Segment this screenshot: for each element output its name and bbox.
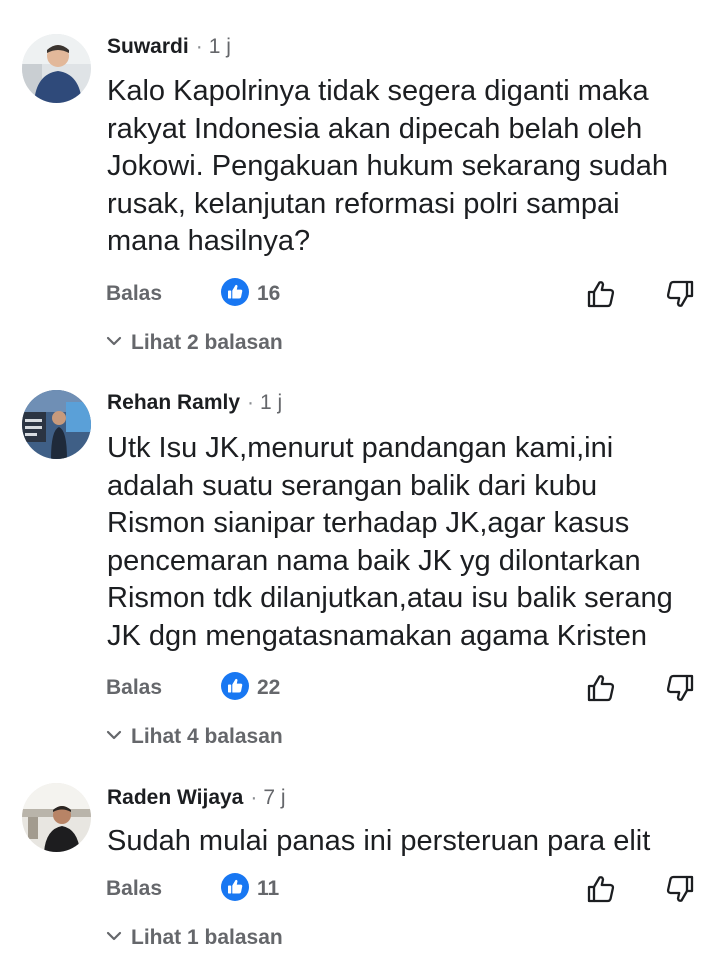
thumbs-up-badge-icon xyxy=(221,277,249,311)
thumbs-up-badge-icon xyxy=(221,872,249,906)
like-summary[interactable]: 11 xyxy=(221,872,280,906)
comment-time[interactable]: 1 j xyxy=(209,35,231,59)
dislike-button[interactable] xyxy=(665,873,695,905)
comment-actions: Balas 11 xyxy=(0,872,720,906)
separator-dot: · xyxy=(195,35,203,58)
thumbs-down-outline-icon xyxy=(665,280,695,314)
separator-dot: · xyxy=(247,391,255,414)
comment-text-line: adalah suatu serangan balik dari kubu xyxy=(107,469,598,502)
comment-text-line: Kalo Kapolrinya tidak segera diganti mak… xyxy=(107,75,649,107)
comment-text-line: JK dgn mengatasnamakan agama Kristen xyxy=(107,619,648,652)
view-replies-button[interactable]: Lihat 4 balasan xyxy=(106,722,283,752)
comment-text-line: pencemaran nama baik JK yg dilontarkan xyxy=(107,544,641,577)
comment-item: Rehan Ramly · 1 j Utk Isu JK,menurut pan… xyxy=(0,388,720,756)
view-replies-label: Lihat 2 balasan xyxy=(131,331,283,354)
comment-text-line: Rismon tdk dilanjutkan,atau isu balik se… xyxy=(107,582,673,614)
comment-header: Raden Wijaya · 7 j xyxy=(107,783,286,813)
comment-text: Sudah mulai panas ini persteruan para el… xyxy=(107,823,707,861)
reply-button[interactable]: Balas xyxy=(106,672,162,704)
view-replies-label: Lihat 4 balasan xyxy=(131,725,283,748)
thumbs-down-outline-icon xyxy=(665,875,695,909)
view-replies-button[interactable]: Lihat 2 balasan xyxy=(106,328,283,358)
comment-text: Kalo Kapolrinya tidak segera diganti mak… xyxy=(107,73,707,261)
thumbs-up-badge-icon xyxy=(221,671,249,705)
chevron-down-icon xyxy=(106,728,122,746)
comment-actions: Balas 22 xyxy=(0,671,720,705)
reply-button[interactable]: Balas xyxy=(106,873,162,905)
thumbs-up-outline-icon xyxy=(586,876,616,909)
thumbs-up-outline-icon xyxy=(586,675,616,708)
comment-item: Raden Wijaya · 7 j Sudah mulai panas ini… xyxy=(0,783,720,959)
like-summary[interactable]: 22 xyxy=(221,671,281,705)
comment-actions: Balas 16 xyxy=(0,277,720,311)
comment-text-line: Sudah mulai panas ini persteruan para el… xyxy=(107,825,651,857)
avatar[interactable] xyxy=(22,34,91,103)
comment-header: Rehan Ramly · 1 j xyxy=(107,388,282,418)
chevron-down-icon xyxy=(106,334,122,352)
comment-text-line: rakyat Indonesia akan dipecah belah oleh xyxy=(107,112,643,145)
author-name[interactable]: Suwardi xyxy=(107,35,189,59)
thumbs-down-outline-icon xyxy=(665,674,695,708)
comment-text: Utk Isu JK,menurut pandangan kami,ini ad… xyxy=(107,430,707,655)
like-button[interactable] xyxy=(586,278,616,310)
like-button[interactable] xyxy=(586,672,616,704)
separator-dot: · xyxy=(250,786,258,809)
avatar[interactable] xyxy=(22,783,91,852)
avatar[interactable] xyxy=(22,390,91,459)
like-count: 22 xyxy=(257,676,281,699)
author-name[interactable]: Raden Wijaya xyxy=(107,786,243,810)
comment-text-line: Utk Isu JK,menurut pandangan kami,ini xyxy=(107,432,614,464)
view-replies-button[interactable]: Lihat 1 balasan xyxy=(106,923,283,953)
comment-item: Suwardi · 1 j Kalo Kapolrinya tidak sege… xyxy=(0,32,720,362)
comment-header: Suwardi · 1 j xyxy=(107,32,231,62)
reply-button[interactable]: Balas xyxy=(106,278,162,310)
chevron-down-icon xyxy=(106,929,122,947)
like-button[interactable] xyxy=(586,873,616,905)
dislike-button[interactable] xyxy=(665,672,695,704)
view-replies-label: Lihat 1 balasan xyxy=(131,926,283,949)
author-name[interactable]: Rehan Ramly xyxy=(107,391,240,415)
comment-text-line: mana hasilnya? xyxy=(107,225,311,257)
comment-time[interactable]: 1 j xyxy=(260,391,282,415)
comment-text-line: Rismon sianipar terhadap JK,agar kasus xyxy=(107,507,630,539)
like-count: 16 xyxy=(257,282,281,305)
like-summary[interactable]: 16 xyxy=(221,277,281,311)
comment-text-line: rusak, kelanjutan reformasi polri sampai xyxy=(107,187,620,220)
dislike-button[interactable] xyxy=(665,278,695,310)
thumbs-up-outline-icon xyxy=(586,281,616,314)
comment-text-line: Jokowi. Pengakuan hukum sekarang sudah xyxy=(107,150,669,182)
comment-time[interactable]: 7 j xyxy=(263,786,285,810)
like-count: 11 xyxy=(257,877,280,900)
